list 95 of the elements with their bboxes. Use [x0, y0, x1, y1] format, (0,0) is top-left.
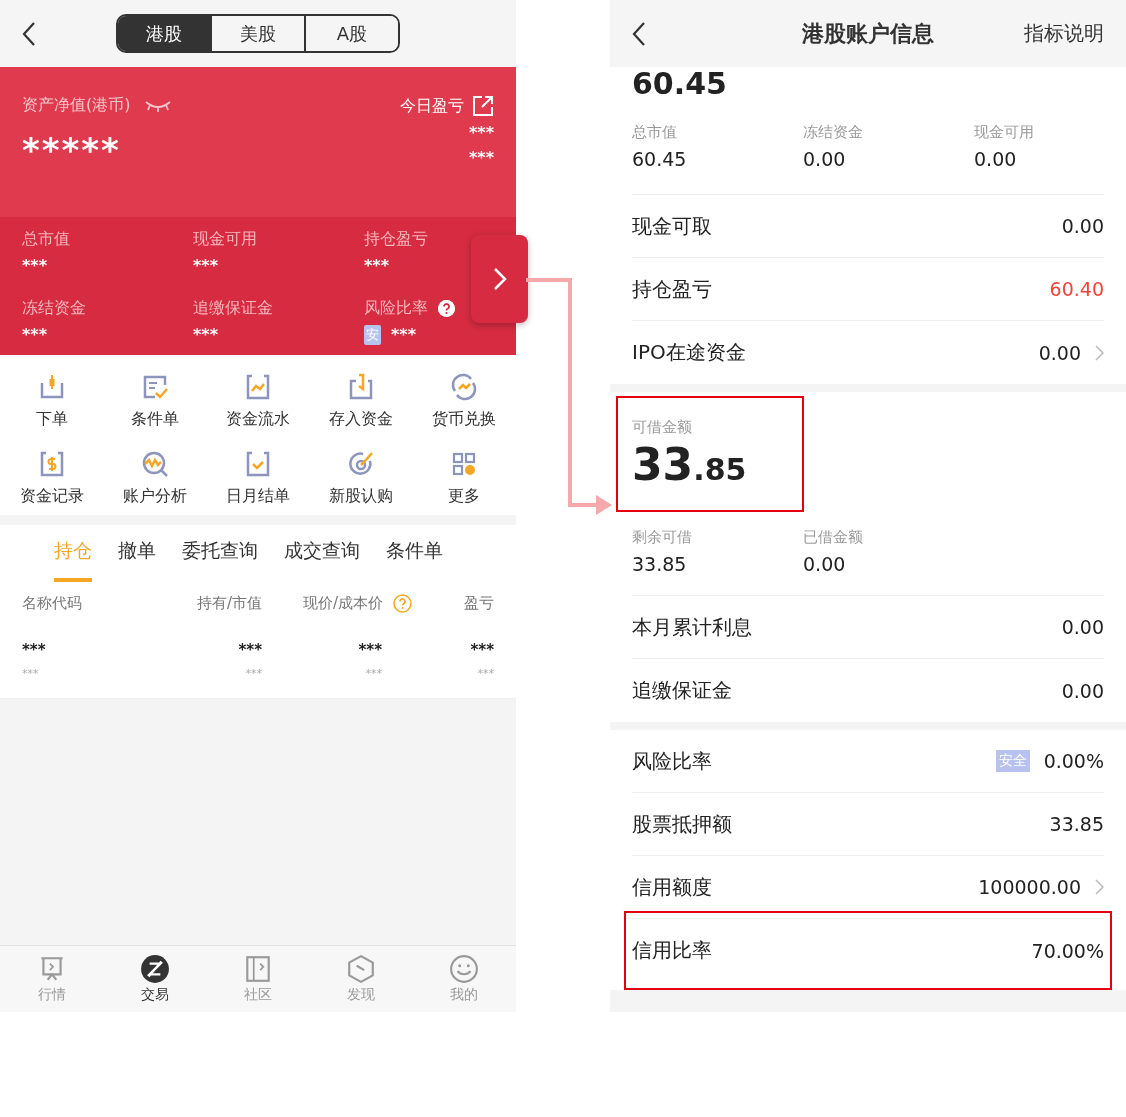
row-label: 现金可取 [632, 212, 712, 240]
summary-label: 现金可用 [974, 123, 1035, 142]
stat-value: *** [193, 256, 219, 275]
row-value: 100000.00 [978, 876, 1081, 898]
today-pl-value: *** [468, 148, 494, 167]
table-cell: *** [477, 667, 494, 680]
help-icon[interactable] [438, 299, 455, 317]
help-icon[interactable] [393, 594, 412, 613]
table-cell-text: *** [22, 641, 47, 659]
order-tab[interactable]: 条件单 [386, 537, 443, 582]
door-icon [243, 954, 273, 984]
table-cell: *** [238, 641, 262, 659]
total-value: 60.45 [632, 67, 727, 101]
action-item[interactable]: 下单 [0, 371, 104, 430]
stat-label: 现金可用 [193, 229, 257, 250]
smiley-icon [449, 954, 480, 984]
action-item[interactable]: 资金流水 [206, 371, 310, 430]
table-cell: *** [245, 667, 262, 680]
stat-value: *** [22, 256, 48, 275]
page-title: 港股账户信息 [802, 19, 934, 48]
net-assets-value: ***** [22, 130, 122, 170]
stat-label: 冻结资金 [22, 297, 86, 319]
stat-value: *** [193, 324, 219, 344]
net-assets-label: 资产净值(港币) [22, 95, 131, 116]
row-label: 本月累计利息 [632, 613, 752, 641]
row-value: 0.00% [1043, 750, 1104, 772]
summary-value: 0.00 [803, 148, 847, 170]
column-header: 持有/市值 [196, 594, 262, 613]
stat-value: *** [391, 325, 417, 344]
safety-badge: 安 [364, 324, 381, 345]
table-cell-text: *** [22, 667, 40, 680]
row-label: 追缴保证金 [632, 677, 732, 704]
summary-label: 剩余可借 [632, 528, 693, 547]
summary-label: 总市值 [632, 123, 678, 142]
summary-value: 0.00 [974, 148, 1018, 170]
market-tab[interactable]: A股 [304, 16, 398, 51]
back-icon[interactable] [22, 20, 36, 47]
row-value: 60.40 [1049, 278, 1104, 300]
expand-button[interactable] [471, 235, 528, 323]
column-header: 名称代码 [22, 594, 82, 613]
action-item[interactable]: 新股认购 [309, 448, 413, 507]
stat-label: 风险比率 [364, 297, 428, 319]
table-cell: *** [358, 641, 382, 659]
action-item[interactable]: 货币兑换 [412, 371, 516, 430]
row-value: 70.00% [1031, 939, 1104, 962]
action-item[interactable]: 条件单 [103, 371, 207, 430]
stat-label: 持仓盈亏 [364, 229, 428, 250]
order-tab[interactable]: 撤单 [118, 537, 156, 582]
row-value: 0.00 [1061, 215, 1104, 237]
market-tab[interactable]: 港股 [118, 16, 210, 51]
order-tab[interactable]: 成交查询 [284, 537, 360, 582]
row-value: 33.85 [1049, 813, 1104, 835]
column-header: 现价/成本价 [302, 594, 383, 613]
stat-value: *** [22, 324, 48, 344]
row-label: 信用额度 [632, 873, 712, 901]
stat-label: 总市值 [22, 229, 70, 250]
summary-label: 冻结资金 [803, 123, 864, 142]
summary-value: 33.85 [632, 553, 688, 575]
today-pl-value: *** [468, 123, 494, 142]
chevron-right-icon [492, 267, 507, 291]
help-link[interactable]: 指标说明 [1024, 20, 1104, 47]
row-label: 风险比率 [632, 747, 712, 775]
action-item[interactable]: 账户分析 [103, 448, 207, 507]
summary-value: 60.45 [632, 148, 688, 170]
closed-eye-icon[interactable] [144, 98, 173, 113]
back-icon[interactable] [632, 20, 646, 47]
action-item[interactable]: 日月结单 [206, 448, 310, 507]
chevron-right-icon[interactable] [1095, 879, 1104, 895]
credit-value: 33.85 [632, 439, 748, 490]
slashed-circle-icon [139, 954, 170, 984]
action-item[interactable]: 资金记录 [0, 448, 104, 507]
table-cell: *** [365, 667, 382, 680]
stat-label: 追缴保证金 [193, 297, 273, 319]
row-label: 信用比率 [632, 937, 712, 964]
row-value: 0.00 [1061, 616, 1104, 638]
stat-value: *** [364, 256, 390, 275]
action-item[interactable]: 更多 [412, 448, 516, 507]
row-label: 持仓盈亏 [632, 275, 712, 303]
summary-label: 已借金额 [803, 528, 864, 547]
row-value: 0.00 [1061, 679, 1104, 702]
chevron-right-icon[interactable] [1095, 344, 1104, 361]
today-pl-label: 今日盈亏 [400, 95, 464, 117]
row-label: IPO在途资金 [632, 339, 746, 366]
row-label: 股票抵押额 [632, 810, 732, 838]
summary-value: 0.00 [803, 553, 847, 575]
credit-label: 可借金额 [632, 418, 693, 437]
nav-tab[interactable]: 交易 [103, 946, 207, 1012]
table-cell: *** [470, 641, 494, 659]
action-item[interactable]: 存入资金 [309, 371, 413, 430]
column-header: 盈亏 [464, 594, 494, 613]
status-badge: 安全 [995, 750, 1030, 772]
row-value: 0.00 [1038, 341, 1081, 364]
hexagon-icon [346, 954, 377, 984]
external-link-icon[interactable] [472, 95, 494, 117]
order-tab[interactable]: 委托查询 [182, 537, 258, 582]
